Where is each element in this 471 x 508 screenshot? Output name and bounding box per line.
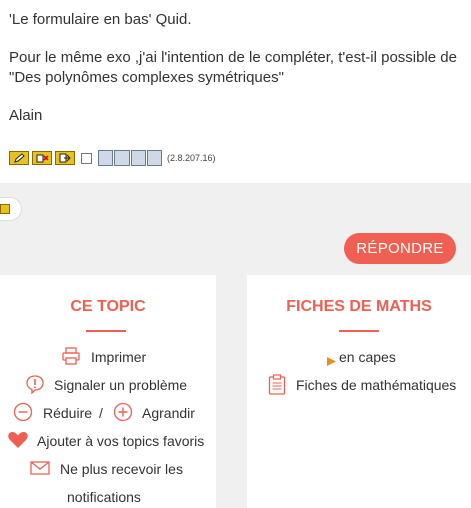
envelope-icon[interactable]: [30, 460, 50, 481]
topic-title-underline: [86, 330, 126, 332]
reduce-link[interactable]: Réduire: [43, 403, 92, 423]
unsubscribe-link-line2[interactable]: notifications: [67, 487, 141, 507]
edit-icon[interactable]: [9, 151, 29, 165]
post-text-line1: 'Le formulaire en bas' Quid.: [9, 11, 192, 28]
message-post: 'Le formulaire en bas' Quid. Pour le mêm…: [0, 0, 471, 183]
reply-small-icon: [0, 204, 10, 214]
topic-box-title: CE TOPIC: [70, 298, 146, 315]
report-link[interactable]: Signaler un problème: [54, 375, 187, 395]
plus-circle-icon[interactable]: [113, 402, 133, 427]
post-toolbar: (2.8.207.16): [9, 149, 216, 167]
capes-link[interactable]: en capes: [339, 347, 396, 367]
unsubscribe-link-line1[interactable]: Ne plus recevoir les: [60, 459, 183, 479]
fiches-box-title: FICHES DE MATHS: [286, 298, 432, 315]
post-text-line3: "Des polynômes complexes symétriques": [9, 69, 284, 86]
post-text-line2: Pour le même exo ,j'ai l'intention de le…: [9, 49, 457, 66]
print-link[interactable]: Imprimer: [91, 347, 146, 367]
enlarge-link[interactable]: Agrandir: [142, 403, 195, 423]
clipboard-icon[interactable]: [268, 374, 286, 401]
reduce-enlarge-separator: /: [99, 405, 103, 421]
ip-address: (2.8.207.16): [167, 153, 216, 163]
alert-icon[interactable]: [25, 374, 45, 399]
moderation-icons[interactable]: [98, 150, 162, 166]
arrow-right-icon: [327, 353, 336, 371]
minus-circle-icon[interactable]: [13, 402, 33, 427]
reply-icon[interactable]: [55, 151, 75, 165]
printer-icon[interactable]: [61, 346, 81, 371]
fiches-title-underline: [339, 330, 379, 332]
fiches-link[interactable]: Fiches de mathématiques: [296, 375, 456, 395]
reply-button[interactable]: RÉPONDRE: [344, 233, 456, 264]
select-checkbox[interactable]: [81, 152, 92, 164]
delete-icon[interactable]: [32, 151, 52, 165]
favorite-link[interactable]: Ajouter à vos topics favoris: [37, 431, 204, 451]
heart-icon[interactable]: [7, 430, 29, 455]
post-signature: Alain: [9, 107, 43, 124]
